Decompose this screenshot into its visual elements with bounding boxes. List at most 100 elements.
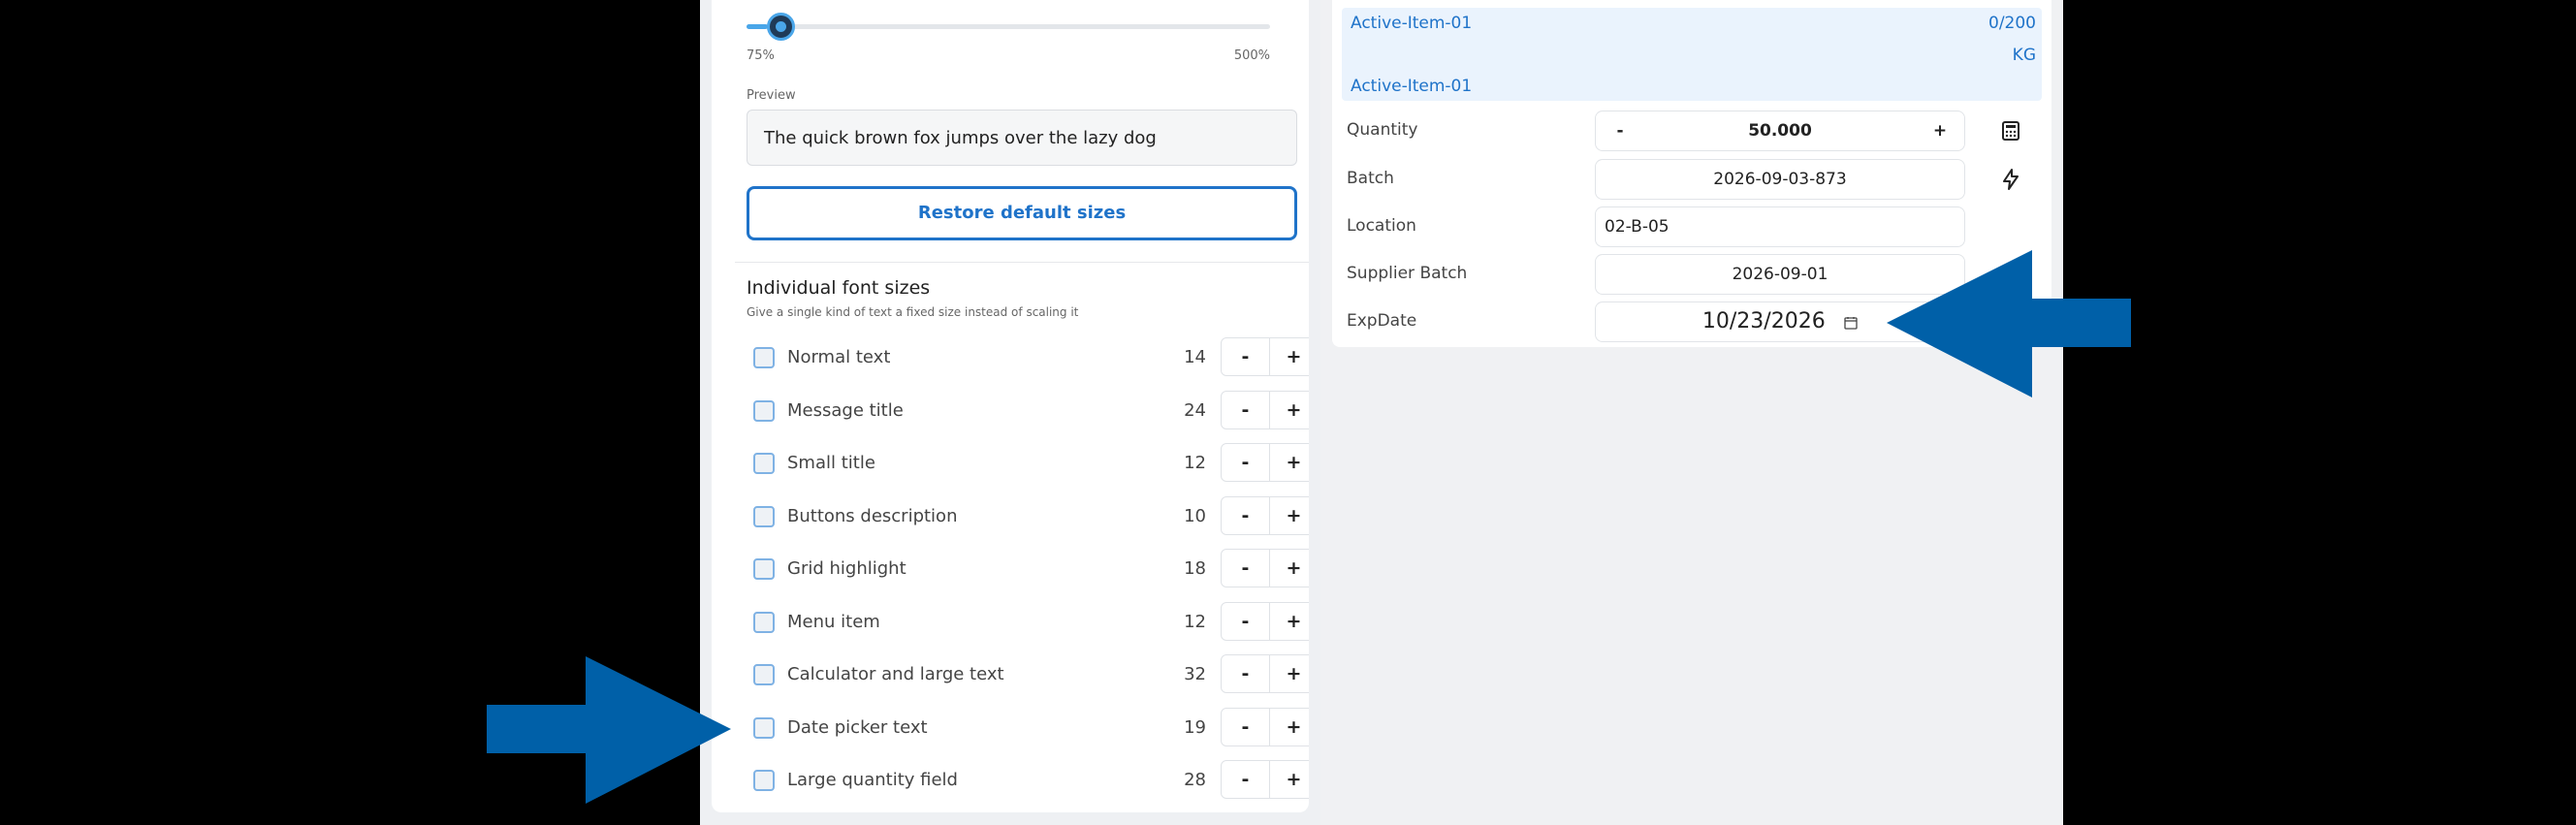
increase-button[interactable]: + bbox=[1270, 655, 1309, 692]
font-size-checkbox[interactable] bbox=[753, 717, 775, 739]
batch-row: Batch 2026-09-03-873 bbox=[1332, 159, 2051, 200]
location-label: Location bbox=[1347, 216, 1416, 236]
slider-max-label: 500% bbox=[1233, 48, 1270, 63]
calculator-icon[interactable] bbox=[1999, 119, 2022, 143]
font-size-row-date-picker-text: Date picker text 19 - + bbox=[747, 708, 1309, 748]
font-size-value: 24 bbox=[1184, 400, 1206, 421]
batch-label: Batch bbox=[1347, 169, 1394, 188]
font-size-checkbox[interactable] bbox=[753, 612, 775, 633]
increase-button[interactable]: + bbox=[1270, 761, 1309, 798]
decrease-button[interactable]: - bbox=[1222, 444, 1270, 481]
font-size-value: 12 bbox=[1184, 453, 1206, 473]
font-size-row-message-title: Message title 24 - + bbox=[747, 391, 1309, 431]
font-size-row-grid-highlight: Grid highlight 18 - + bbox=[747, 549, 1309, 589]
increase-button[interactable]: + bbox=[1270, 444, 1309, 481]
active-item-count: 0/200 bbox=[1988, 14, 2036, 33]
active-item-name-secondary: Active-Item-01 bbox=[1351, 77, 1473, 96]
font-size-checkbox[interactable] bbox=[753, 506, 775, 527]
font-size-checkbox[interactable] bbox=[753, 347, 775, 368]
font-size-label: Buttons description bbox=[787, 506, 958, 526]
font-size-stepper: - + bbox=[1221, 496, 1309, 535]
location-input[interactable]: 02-B-05 bbox=[1595, 206, 1965, 247]
font-settings-screen: 75% 500% Preview The quick brown fox jum… bbox=[700, 0, 1322, 825]
calendar-icon[interactable] bbox=[1844, 316, 1858, 330]
pointer-arrow-icon bbox=[1887, 250, 2131, 397]
font-size-label: Menu item bbox=[787, 612, 880, 632]
quantity-increase-button[interactable]: + bbox=[1916, 111, 1964, 150]
section-divider bbox=[735, 262, 1309, 263]
font-size-stepper: - + bbox=[1221, 760, 1309, 799]
increase-button[interactable]: + bbox=[1270, 709, 1309, 746]
font-size-value: 14 bbox=[1184, 347, 1206, 367]
font-size-stepper: - + bbox=[1221, 654, 1309, 693]
decrease-button[interactable]: - bbox=[1222, 550, 1270, 587]
restore-default-sizes-button[interactable]: Restore default sizes bbox=[747, 186, 1297, 240]
font-size-stepper: - + bbox=[1221, 337, 1309, 376]
font-size-row-normal-text: Normal text 14 - + bbox=[747, 337, 1309, 378]
decrease-button[interactable]: - bbox=[1222, 392, 1270, 428]
decrease-button[interactable]: - bbox=[1222, 338, 1270, 375]
lightning-icon[interactable] bbox=[1999, 168, 2022, 191]
font-size-checkbox[interactable] bbox=[753, 453, 775, 474]
increase-button[interactable]: + bbox=[1270, 392, 1309, 428]
font-size-stepper: - + bbox=[1221, 549, 1309, 587]
font-size-label: Message title bbox=[787, 400, 904, 421]
quantity-label: Quantity bbox=[1347, 120, 1418, 140]
location-row: Location 02-B-05 bbox=[1332, 206, 2051, 247]
font-size-label: Calculator and large text bbox=[787, 664, 1004, 684]
slider-fill bbox=[747, 24, 768, 29]
font-size-value: 28 bbox=[1184, 770, 1206, 790]
decrease-button[interactable]: - bbox=[1222, 655, 1270, 692]
font-size-stepper: - + bbox=[1221, 443, 1309, 482]
font-size-label: Normal text bbox=[787, 347, 891, 367]
quantity-row: Quantity - 50.000 + bbox=[1332, 111, 2051, 151]
exp-date-label: ExpDate bbox=[1347, 311, 1417, 331]
quantity-stepper: - 50.000 + bbox=[1595, 111, 1965, 151]
item-form-screen: Active-Item-01 0/200 KG Active-Item-01 Q… bbox=[1320, 0, 2063, 825]
decrease-button[interactable]: - bbox=[1222, 497, 1270, 534]
font-size-checkbox[interactable] bbox=[753, 558, 775, 580]
font-size-row-calculator-and-large-text: Calculator and large text 32 - + bbox=[747, 654, 1309, 695]
font-size-stepper: - + bbox=[1221, 602, 1309, 641]
slider-min-label: 75% bbox=[747, 48, 775, 63]
individual-font-sizes-title: Individual font sizes bbox=[747, 277, 931, 299]
font-size-checkbox[interactable] bbox=[753, 400, 775, 422]
increase-button[interactable]: + bbox=[1270, 603, 1309, 640]
font-size-value: 19 bbox=[1184, 717, 1206, 738]
active-item-unit: KG bbox=[2012, 46, 2036, 65]
increase-button[interactable]: + bbox=[1270, 338, 1309, 375]
font-size-row-small-title: Small title 12 - + bbox=[747, 443, 1309, 484]
supplier-batch-label: Supplier Batch bbox=[1347, 264, 1468, 283]
font-size-row-buttons-description: Buttons description 10 - + bbox=[747, 496, 1309, 537]
preview-text: The quick brown fox jumps over the lazy … bbox=[747, 110, 1297, 166]
font-size-checkbox[interactable] bbox=[753, 770, 775, 791]
batch-input[interactable]: 2026-09-03-873 bbox=[1595, 159, 1965, 200]
font-size-label: Grid highlight bbox=[787, 558, 906, 579]
increase-button[interactable]: + bbox=[1270, 550, 1309, 587]
quantity-input[interactable]: 50.000 bbox=[1644, 111, 1916, 150]
font-size-label: Date picker text bbox=[787, 717, 928, 738]
font-size-value: 10 bbox=[1184, 506, 1206, 526]
font-size-row-large-quantity-field: Large quantity field 28 - + bbox=[747, 760, 1309, 801]
active-item-name: Active-Item-01 bbox=[1351, 14, 1473, 33]
active-item-header: Active-Item-01 0/200 KG Active-Item-01 bbox=[1342, 8, 2042, 101]
font-scale-slider[interactable] bbox=[747, 13, 1270, 41]
pointer-arrow-icon bbox=[487, 656, 731, 804]
font-size-stepper: - + bbox=[1221, 391, 1309, 429]
font-size-value: 32 bbox=[1184, 664, 1206, 684]
font-size-value: 12 bbox=[1184, 612, 1206, 632]
font-size-stepper: - + bbox=[1221, 708, 1309, 746]
increase-button[interactable]: + bbox=[1270, 497, 1309, 534]
quantity-decrease-button[interactable]: - bbox=[1596, 111, 1644, 150]
font-size-value: 18 bbox=[1184, 558, 1206, 579]
font-size-checkbox[interactable] bbox=[753, 664, 775, 685]
exp-date-value: 10/23/2026 bbox=[1701, 309, 1826, 333]
individual-font-sizes-subtitle: Give a single kind of text a fixed size … bbox=[747, 305, 1079, 319]
font-size-row-menu-item: Menu item 12 - + bbox=[747, 602, 1309, 643]
slider-thumb[interactable] bbox=[767, 13, 796, 41]
font-settings-panel: 75% 500% Preview The quick brown fox jum… bbox=[712, 0, 1309, 812]
decrease-button[interactable]: - bbox=[1222, 761, 1270, 798]
preview-label: Preview bbox=[747, 88, 796, 103]
decrease-button[interactable]: - bbox=[1222, 709, 1270, 746]
decrease-button[interactable]: - bbox=[1222, 603, 1270, 640]
